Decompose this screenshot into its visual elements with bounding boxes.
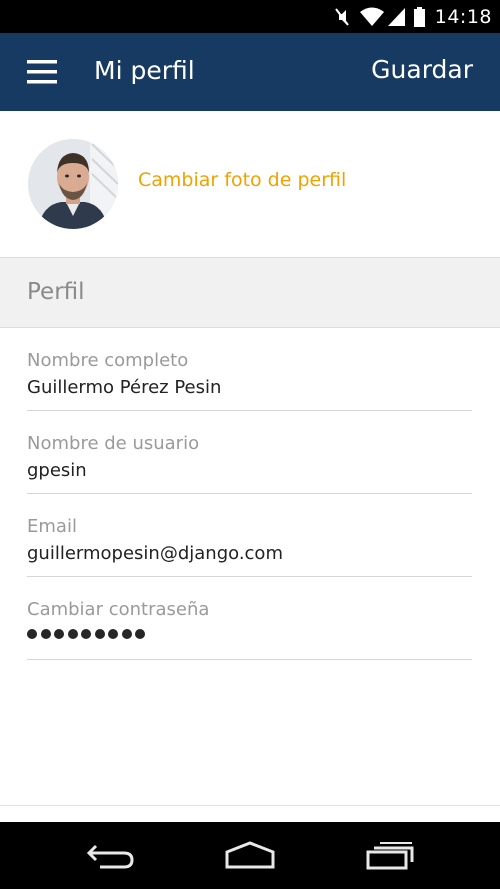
password-dot (27, 629, 37, 639)
section-title: Perfil (27, 279, 85, 305)
password-dot (81, 629, 91, 639)
full-name-field[interactable]: Nombre completo Guillermo Pérez Pesin (27, 328, 472, 411)
password-field[interactable]: Cambiar contraseña (27, 577, 472, 660)
status-bar: 14:18 (0, 0, 500, 33)
back-icon[interactable] (86, 840, 136, 874)
battery-icon (413, 6, 425, 27)
field-value[interactable]: gpesin (27, 460, 87, 481)
password-dot (94, 629, 105, 639)
save-button[interactable]: Guardar (371, 55, 473, 84)
signal-icon (387, 7, 406, 27)
email-field[interactable]: Email guillermopesin@django.com (27, 494, 472, 577)
mute-icon (334, 7, 350, 27)
section-header: Perfil (0, 257, 500, 328)
password-dots[interactable] (27, 629, 149, 639)
app-bar: Mi perfil Guardar (0, 33, 500, 111)
field-value[interactable]: guillermopesin@django.com (27, 543, 283, 564)
status-time: 14:18 (434, 5, 492, 28)
system-nav-bar (0, 822, 500, 889)
profile-photo-section: Cambiar foto de perfil (0, 111, 500, 257)
recent-apps-icon[interactable] (365, 840, 415, 874)
field-label: Cambiar contraseña (27, 599, 210, 620)
password-dot (54, 629, 64, 639)
username-field[interactable]: Nombre de usuario gpesin (27, 411, 472, 494)
home-icon[interactable] (224, 840, 276, 874)
field-label: Nombre completo (27, 350, 189, 371)
wifi-icon (359, 7, 384, 27)
page-title: Mi perfil (94, 56, 195, 85)
password-dot (40, 629, 51, 639)
password-dot (135, 629, 145, 639)
status-icons: 14:18 (334, 0, 492, 33)
avatar[interactable] (28, 139, 118, 229)
field-label: Nombre de usuario (27, 433, 200, 454)
password-dot (67, 629, 78, 639)
field-value[interactable]: Guillermo Pérez Pesin (27, 377, 221, 398)
password-dot (108, 629, 118, 639)
change-photo-link[interactable]: Cambiar foto de perfil (138, 169, 346, 191)
hamburger-menu-icon[interactable] (27, 59, 57, 85)
bottom-divider (0, 805, 500, 806)
field-label: Email (27, 516, 77, 537)
password-dot (121, 629, 132, 639)
